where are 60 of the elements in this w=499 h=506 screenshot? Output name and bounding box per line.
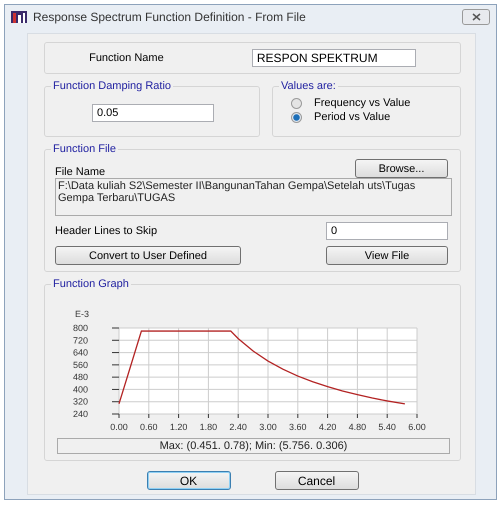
tick-label: 5.40 xyxy=(378,422,396,432)
app-icon xyxy=(11,11,27,23)
tick-mark xyxy=(112,340,120,341)
tick-mark xyxy=(112,388,120,390)
tick-label: 4.20 xyxy=(318,422,336,432)
radio-button[interactable] xyxy=(291,98,302,108)
convert-button[interactable]: Convert to User Defined xyxy=(55,246,241,265)
window-title: Response Spectrum Function Definition - From File xyxy=(33,10,307,24)
tick-label: 0.00 xyxy=(110,422,128,432)
file-name-field[interactable]: F:\Data kuliah S2\Semester II\BangunanTahan Gempa\Setelah uts\Tugas Gempa Terbaru\TUGAS xyxy=(55,178,452,216)
tick-mark xyxy=(386,414,388,418)
tick-label: 4.80 xyxy=(348,422,366,432)
tick-label: 3.00 xyxy=(259,422,277,432)
field-label: Function Name xyxy=(89,52,164,64)
tick-mark xyxy=(112,376,120,378)
group-title: Values are: xyxy=(280,80,337,92)
tick-label: 3.60 xyxy=(289,422,307,432)
tick-label: 800 xyxy=(73,323,88,333)
tick-mark xyxy=(208,414,209,418)
damping-ratio-field[interactable]: 0.05 xyxy=(92,104,214,122)
tick-mark xyxy=(416,414,418,418)
group-title: Function Damping Ratio xyxy=(52,80,172,92)
tick-mark xyxy=(112,364,120,366)
tick-label: 480 xyxy=(73,372,88,382)
tick-label: 1.80 xyxy=(200,422,218,432)
tick-label: 0.60 xyxy=(140,422,158,432)
radio-label: Frequency vs Value xyxy=(314,97,410,109)
group-title: Function Graph xyxy=(52,278,130,290)
radio-button[interactable] xyxy=(291,112,302,122)
browse-button[interactable]: Browse... xyxy=(355,159,448,178)
tick-mark xyxy=(112,352,120,354)
header-lines-field[interactable]: 0 xyxy=(326,222,448,240)
tick-mark xyxy=(178,414,180,418)
tick-mark xyxy=(327,414,328,418)
tick-label: 240 xyxy=(73,409,88,419)
close-icon xyxy=(472,13,480,21)
tick-mark xyxy=(356,414,358,418)
tick-label: 320 xyxy=(73,396,88,407)
tick-label: 640 xyxy=(73,348,88,358)
view-file-button[interactable]: View File xyxy=(326,246,448,265)
tick-label: 6.00 xyxy=(408,422,426,432)
field-label: File Name xyxy=(55,166,106,178)
tick-label: 720 xyxy=(73,335,88,346)
tick-mark xyxy=(297,414,298,418)
tick-label: 2.40 xyxy=(229,422,247,432)
tick-mark xyxy=(238,414,239,418)
tick-mark xyxy=(148,414,150,418)
close-button[interactable] xyxy=(462,9,490,25)
function-name-field[interactable]: RESPON SPEKTRUM xyxy=(252,49,416,67)
cancel-button[interactable]: Cancel xyxy=(274,471,358,490)
ok-button[interactable]: OK xyxy=(146,471,230,490)
tick-label: 400 xyxy=(73,384,88,394)
tick-label: 560 xyxy=(73,360,88,370)
tick-label: 1.20 xyxy=(170,422,188,432)
group-title: Function File xyxy=(52,143,117,155)
axis-unit-label: E-3 xyxy=(75,309,90,319)
tick-mark xyxy=(112,401,120,402)
radio-label: Period vs Value xyxy=(314,111,390,123)
field-label: Header Lines to Skip xyxy=(55,225,158,237)
min-max-readout: Max: (0.451. 0.78); Min: (5.756. 0.306) xyxy=(57,438,450,454)
